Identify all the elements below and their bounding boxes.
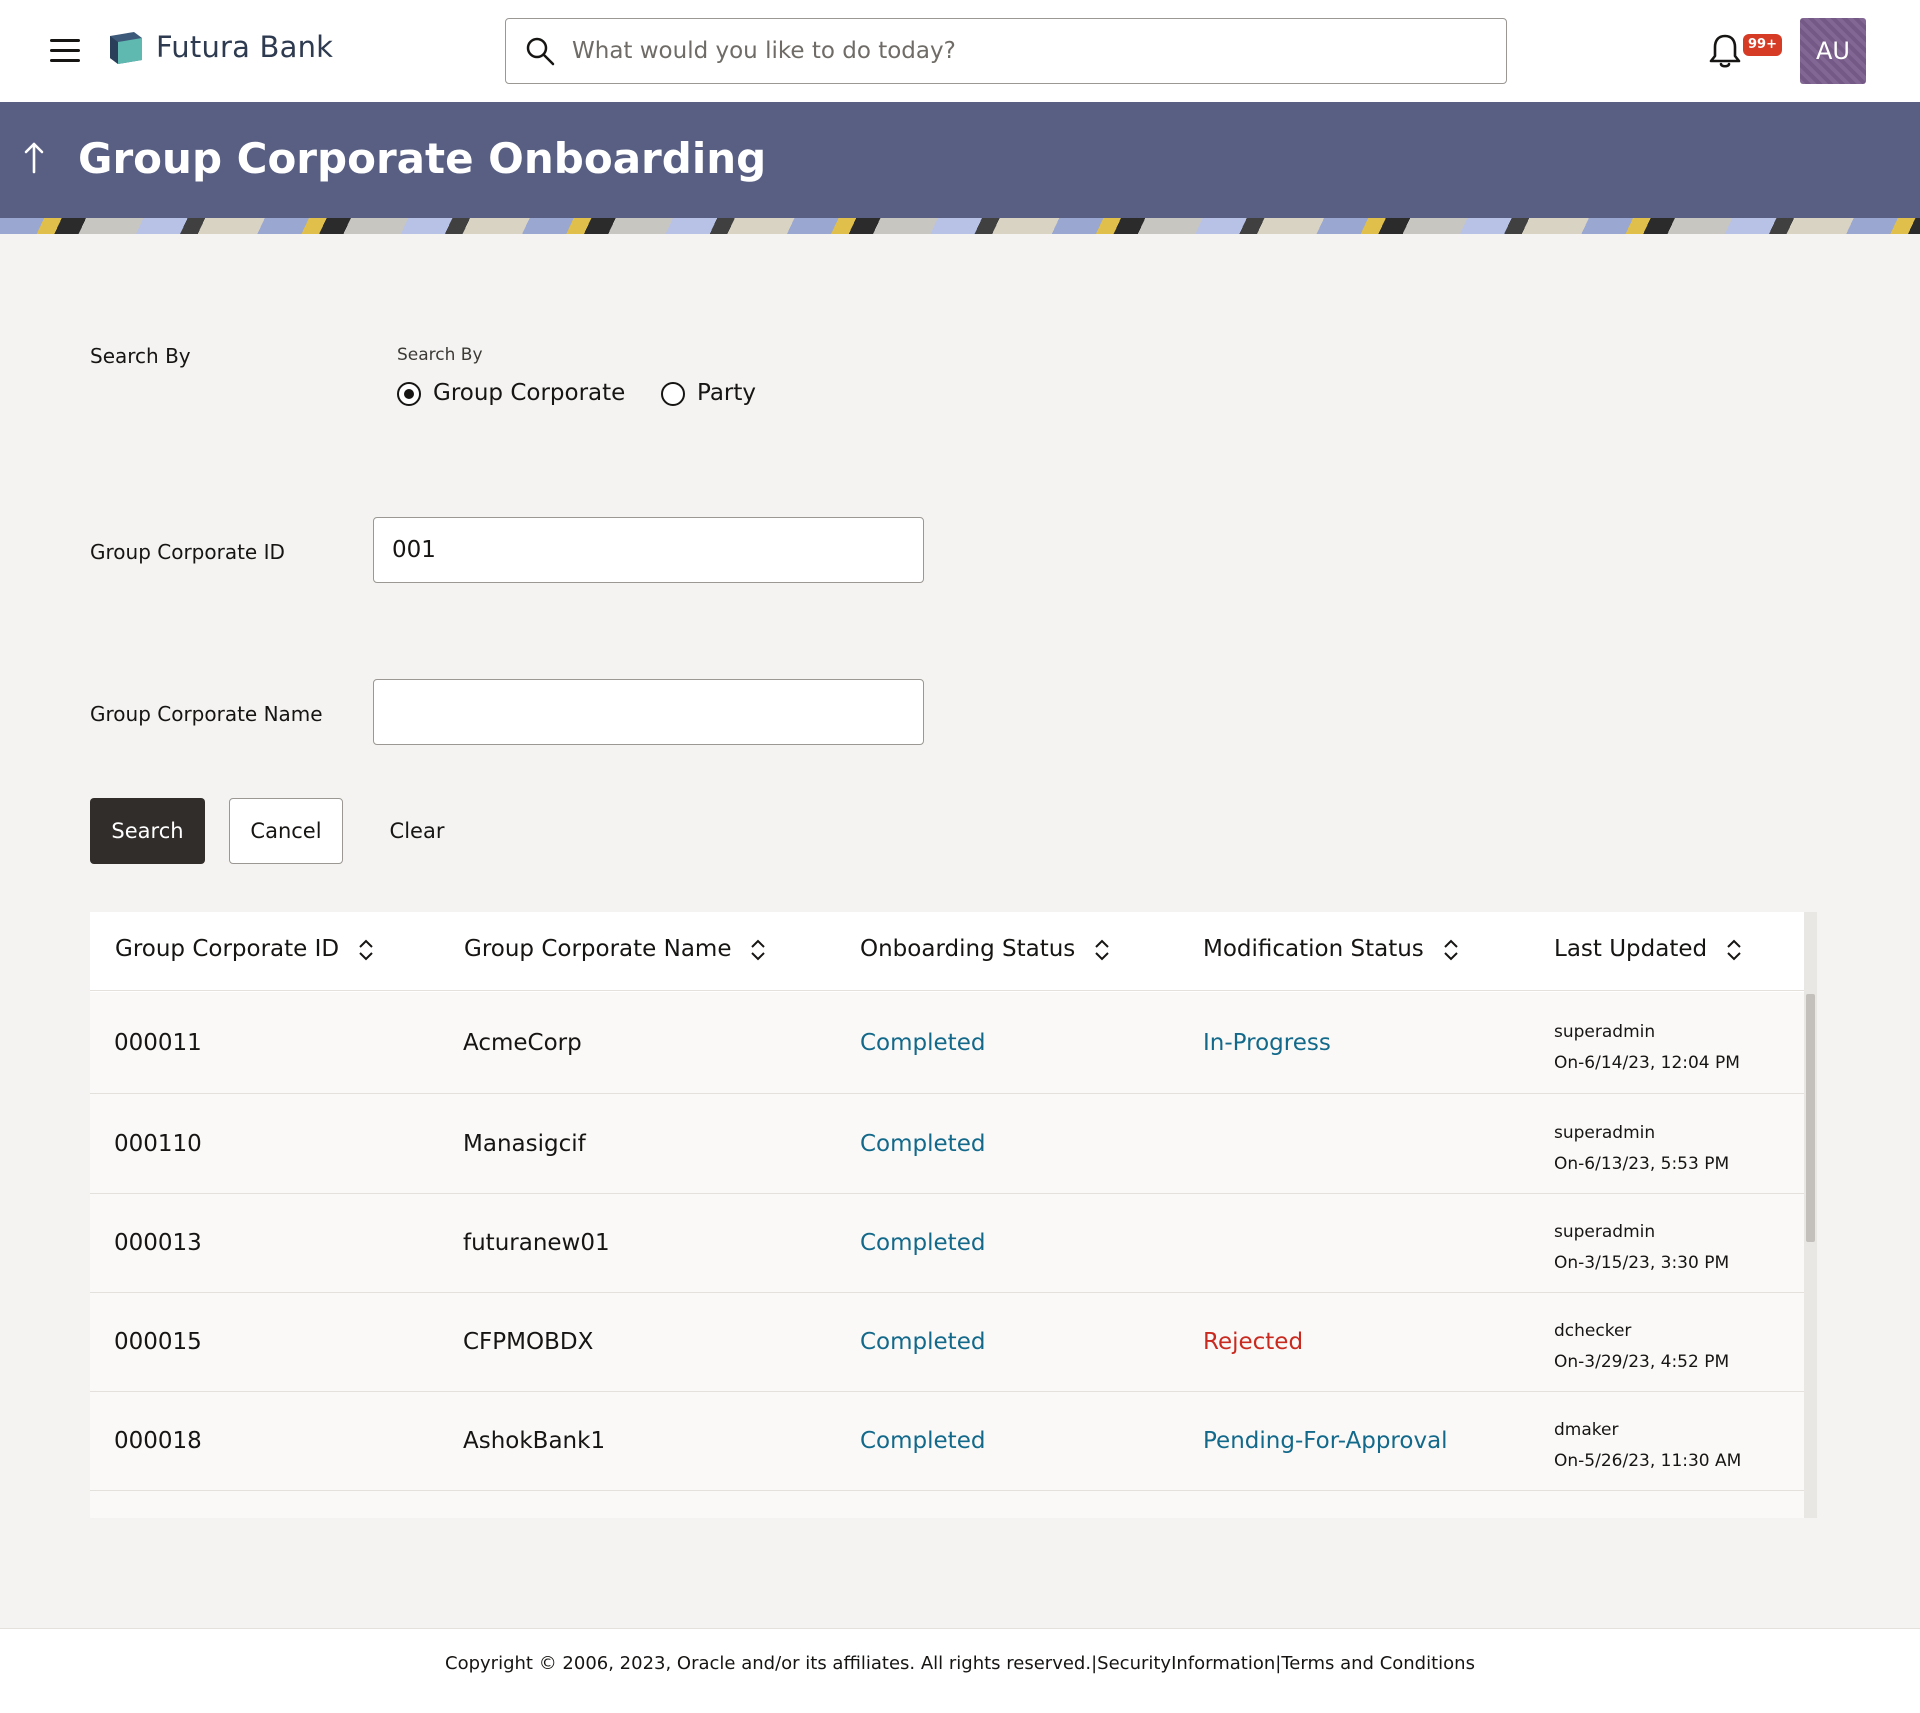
search-icon [526, 37, 555, 66]
cell-group-corporate-name: CFPMOBDX [463, 1329, 594, 1355]
search-by-sublabel: Search By [397, 345, 483, 365]
sort-icon[interactable] [1725, 938, 1743, 962]
table-header: Group Corporate ID Group Corporate Name … [90, 912, 1804, 991]
cell-updated-by: dchecker [1554, 1321, 1632, 1341]
cell-group-corporate-name: futuranew01 [463, 1230, 610, 1256]
brand-name: Futura Bank [156, 30, 334, 64]
search-button[interactable]: Search [90, 798, 205, 864]
column-header-label: Last Updated [1554, 936, 1708, 962]
notification-bell-icon[interactable] [1708, 32, 1742, 70]
page-title: Group Corporate Onboarding [78, 134, 767, 183]
radio-label-group-corporate: Group Corporate [433, 380, 626, 406]
global-search-box[interactable] [505, 18, 1507, 84]
column-header-label: Group Corporate Name [464, 936, 732, 962]
copyright-text: Copyright © 2006, 2023, Oracle and/or it… [445, 1653, 1092, 1674]
cell-modification-status[interactable]: Pending-For-Approval [1203, 1428, 1448, 1454]
cell-modification-status[interactable]: In-Progress [1203, 1030, 1331, 1056]
cell-onboarding-status[interactable]: Completed [860, 1329, 985, 1355]
results-table: Group Corporate ID Group Corporate Name … [90, 912, 1817, 1518]
column-header-label: Modification Status [1203, 936, 1424, 962]
cell-updated-on: On-6/14/23, 12:04 PM [1554, 1053, 1740, 1073]
cell-updated-by: dmaker [1554, 1420, 1619, 1440]
sort-icon[interactable] [357, 938, 375, 962]
cell-onboarding-status[interactable]: Completed [860, 1030, 985, 1056]
cell-group-corporate-id: 000110 [114, 1131, 202, 1157]
cell-onboarding-status[interactable]: Completed [860, 1230, 985, 1256]
cell-modification-status[interactable]: Rejected [1203, 1329, 1303, 1355]
table-row: 000110 Manasigcif Completed superadmin O… [90, 1094, 1804, 1194]
cell-updated-on: On-6/13/23, 5:53 PM [1554, 1154, 1730, 1174]
cell-group-corporate-name: AshokBank1 [463, 1428, 606, 1454]
cell-updated-by: superadmin [1554, 1022, 1656, 1042]
banner-decorative-strip [0, 218, 1920, 234]
back-arrow-icon[interactable] [22, 140, 46, 176]
table-row: 000018 AshokBank1 Completed Pending-For-… [90, 1392, 1804, 1491]
search-by-label: Search By [90, 344, 191, 368]
menu-icon[interactable] [48, 36, 82, 64]
global-search-input[interactable] [572, 29, 1472, 73]
radio-party[interactable]: Party [661, 380, 781, 410]
column-header-onboarding-status[interactable]: Onboarding Status [860, 936, 1111, 962]
table-row: 000011 AcmeCorp Completed In-Progress su… [90, 992, 1804, 1094]
footer-text: Copyright © 2006, 2023, Oracle and/or it… [0, 1653, 1920, 1674]
radio-circle-selected[interactable] [397, 382, 421, 406]
group-corporate-id-input[interactable] [373, 517, 924, 583]
radio-circle-unselected[interactable] [661, 382, 685, 406]
security-information-link[interactable]: SecurityInformation [1097, 1653, 1275, 1674]
group-corporate-name-input[interactable] [373, 679, 924, 745]
cell-onboarding-status[interactable]: Completed [860, 1131, 985, 1157]
cell-updated-by: superadmin [1554, 1123, 1656, 1143]
cell-group-corporate-id: 000015 [114, 1329, 202, 1355]
page-footer: Copyright © 2006, 2023, Oracle and/or it… [0, 1628, 1920, 1713]
sort-icon[interactable] [749, 938, 767, 962]
notification-count-badge: 99+ [1743, 34, 1782, 56]
column-header-last-updated[interactable]: Last Updated [1554, 936, 1743, 962]
cell-updated-on: On-5/26/23, 11:30 AM [1554, 1451, 1742, 1471]
table-row-partial [90, 1491, 1804, 1518]
cell-group-corporate-name: Manasigcif [463, 1131, 586, 1157]
cancel-button[interactable]: Cancel [229, 798, 343, 864]
group-corporate-name-label: Group Corporate Name [90, 702, 323, 726]
cell-updated-on: On-3/29/23, 4:52 PM [1554, 1352, 1730, 1372]
bank-logo-icon [110, 32, 142, 64]
column-header-modification-status[interactable]: Modification Status [1203, 936, 1460, 962]
cell-group-corporate-id: 000013 [114, 1230, 202, 1256]
cell-group-corporate-id: 000018 [114, 1428, 202, 1454]
cell-group-corporate-name: AcmeCorp [463, 1030, 582, 1056]
radio-group-corporate[interactable]: Group Corporate [397, 380, 627, 410]
group-corporate-id-label: Group Corporate ID [90, 540, 285, 564]
cell-onboarding-status[interactable]: Completed [860, 1428, 985, 1454]
radio-dot [404, 389, 414, 399]
column-header-label: Onboarding Status [860, 936, 1076, 962]
table-row: 000013 futuranew01 Completed superadmin … [90, 1194, 1804, 1293]
column-header-group-corporate-id[interactable]: Group Corporate ID [115, 936, 375, 962]
cell-updated-on: On-3/15/23, 3:30 PM [1554, 1253, 1730, 1273]
clear-button[interactable]: Clear [370, 798, 464, 864]
user-avatar[interactable]: AU [1800, 18, 1866, 84]
cell-updated-by: superadmin [1554, 1222, 1656, 1242]
sort-icon[interactable] [1442, 938, 1460, 962]
sort-icon[interactable] [1093, 938, 1111, 962]
top-header: Futura Bank 99+ AU [0, 0, 1920, 102]
radio-label-party: Party [697, 380, 757, 406]
column-header-group-corporate-name[interactable]: Group Corporate Name [464, 936, 767, 962]
column-header-label: Group Corporate ID [115, 936, 340, 962]
table-row: 000015 CFPMOBDX Completed Rejected dchec… [90, 1293, 1804, 1392]
cell-group-corporate-id: 000011 [114, 1030, 202, 1056]
terms-and-conditions-link[interactable]: Terms and Conditions [1281, 1653, 1475, 1674]
table-scrollbar-thumb[interactable] [1806, 994, 1815, 1242]
